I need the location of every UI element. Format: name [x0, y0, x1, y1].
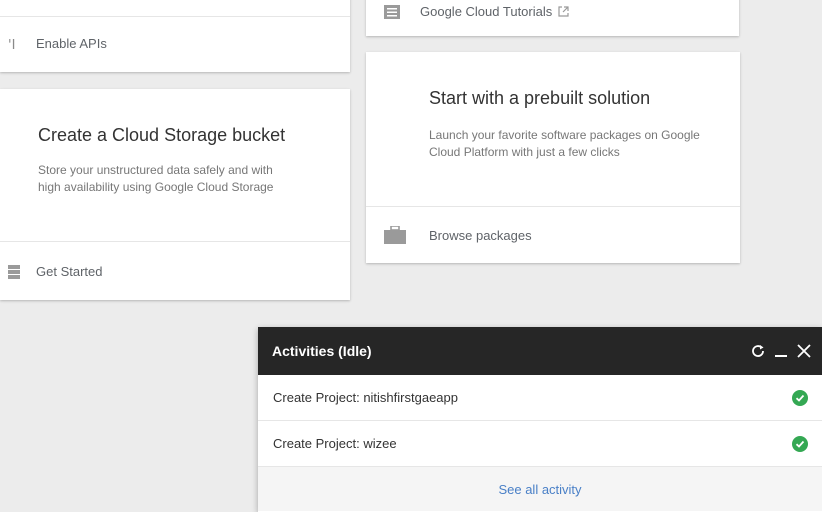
- check-circle-icon: [792, 435, 808, 452]
- card-title: Create a Cloud Storage bucket: [38, 125, 286, 145]
- enable-apis-link[interactable]: 'I Enable APIs: [8, 36, 107, 51]
- check-circle-icon: [792, 389, 808, 406]
- api-icon: 'I: [8, 37, 36, 51]
- storage-icon: [8, 264, 36, 279]
- tutorials-card: Google Cloud Tutorials: [366, 0, 739, 36]
- svg-text:'I: 'I: [8, 38, 15, 51]
- card-title: Start with a prebuilt solution: [429, 88, 651, 108]
- cloud-storage-card: Create a Cloud Storage bucket Store your…: [0, 89, 350, 300]
- enable-apis-label: Enable APIs: [36, 36, 107, 51]
- activity-item[interactable]: Create Project: wizee: [258, 421, 822, 467]
- activities-footer: See all activity: [258, 467, 822, 511]
- activities-panel: Activities (Idle) Create Project: nitish…: [258, 327, 822, 512]
- browse-packages-link[interactable]: Browse packages: [384, 226, 532, 244]
- close-icon[interactable]: [796, 343, 812, 359]
- divider: [0, 16, 350, 17]
- activities-controls: [750, 343, 812, 359]
- activities-header: Activities (Idle): [258, 327, 822, 375]
- activity-label: Create Project: wizee: [273, 436, 397, 451]
- card-description: Launch your favorite software packages o…: [429, 128, 700, 159]
- get-started-label: Get Started: [36, 264, 103, 279]
- minimize-icon[interactable]: [774, 343, 788, 359]
- divider: [366, 206, 740, 207]
- activity-item[interactable]: Create Project: nitishfirstgaeapp: [258, 375, 822, 421]
- enable-apis-card: 'I Enable APIs: [0, 0, 350, 72]
- tutorials-link[interactable]: Google Cloud Tutorials: [384, 4, 569, 19]
- refresh-icon[interactable]: [750, 343, 766, 359]
- card-description: Store your unstructured data safely and …: [38, 163, 274, 194]
- tutorials-label: Google Cloud Tutorials: [420, 4, 553, 19]
- briefcase-icon: [384, 226, 429, 244]
- prebuilt-solution-card: Start with a prebuilt solution Launch yo…: [366, 52, 740, 263]
- divider: [0, 241, 350, 242]
- browse-packages-label: Browse packages: [429, 227, 532, 243]
- activities-title: Activities (Idle): [272, 343, 372, 359]
- get-started-link[interactable]: Get Started: [8, 264, 102, 279]
- see-all-activity-link[interactable]: See all activity: [498, 482, 581, 497]
- external-link-icon: [558, 6, 569, 17]
- activity-label: Create Project: nitishfirstgaeapp: [273, 390, 458, 405]
- book-icon: [384, 4, 420, 19]
